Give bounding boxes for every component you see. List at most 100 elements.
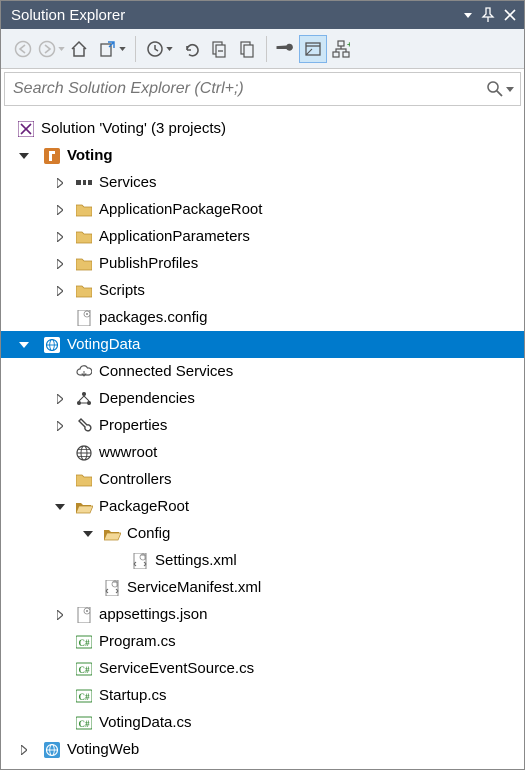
show-all-files-button[interactable]	[234, 35, 262, 63]
tree-label: Connected Services	[99, 363, 233, 380]
tree-item-votingdata-project[interactable]: VotingData	[1, 331, 524, 358]
csharp-file-icon	[75, 714, 93, 732]
tree-item-app-parameters[interactable]: ApplicationParameters	[1, 223, 524, 250]
sync-scope-button[interactable]	[93, 35, 131, 63]
expander-icon[interactable]	[53, 230, 67, 244]
tree-item-app-package-root[interactable]: ApplicationPackageRoot	[1, 196, 524, 223]
csharp-file-icon	[75, 633, 93, 651]
solution-tree[interactable]: Solution 'Voting' (3 projects) Voting Se…	[1, 109, 524, 769]
refresh-button[interactable]	[178, 35, 206, 63]
tree-label: appsettings.json	[99, 606, 207, 623]
expander-icon[interactable]	[53, 203, 67, 217]
titlebar: Solution Explorer	[1, 1, 524, 29]
expander-icon[interactable]	[17, 338, 31, 352]
tree-label: Program.cs	[99, 633, 176, 650]
project-icon	[43, 741, 61, 759]
tree-item-dependencies[interactable]: Dependencies	[1, 385, 524, 412]
tree-item-controllers[interactable]: Controllers	[1, 466, 524, 493]
tree-label: VotingWeb	[67, 741, 139, 758]
tree-label: packages.config	[99, 309, 207, 326]
cloud-icon	[75, 363, 93, 381]
preview-selected-button[interactable]	[299, 35, 327, 63]
pending-changes-button[interactable]	[140, 35, 178, 63]
json-file-icon	[75, 606, 93, 624]
csharp-file-icon	[75, 660, 93, 678]
expander-icon[interactable]	[53, 176, 67, 190]
separator	[135, 36, 136, 62]
expander-icon[interactable]	[81, 527, 95, 541]
project-icon	[43, 336, 61, 354]
tree-label: Settings.xml	[155, 552, 237, 569]
search-icon[interactable]	[487, 81, 514, 97]
folder-icon	[75, 201, 93, 219]
xml-file-icon	[103, 579, 121, 597]
dependencies-icon	[75, 390, 93, 408]
tree-label: Services	[99, 174, 157, 191]
window-dropdown-button[interactable]	[460, 13, 476, 18]
tree-item-settings-xml[interactable]: Settings.xml	[1, 547, 524, 574]
tree-item-votingdata-cs[interactable]: VotingData.cs	[1, 709, 524, 736]
folder-open-icon	[103, 525, 121, 543]
panel-title: Solution Explorer	[11, 7, 460, 24]
tree-item-config-folder[interactable]: Config	[1, 520, 524, 547]
close-button[interactable]	[500, 9, 520, 21]
tree-item-services[interactable]: Services	[1, 169, 524, 196]
tree-label: VotingData.cs	[99, 714, 192, 731]
folder-icon	[75, 471, 93, 489]
tree-item-package-root[interactable]: PackageRoot	[1, 493, 524, 520]
tree-label: ServiceManifest.xml	[127, 579, 261, 596]
tree-item-scripts[interactable]: Scripts	[1, 277, 524, 304]
expander-icon[interactable]	[53, 608, 67, 622]
toolbar	[1, 29, 524, 69]
folder-icon	[75, 282, 93, 300]
expander-icon[interactable]	[17, 743, 31, 757]
tree-label: Solution 'Voting' (3 projects)	[41, 120, 226, 137]
tree-label: ApplicationParameters	[99, 228, 250, 245]
tree-item-publish-profiles[interactable]: PublishProfiles	[1, 250, 524, 277]
tree-item-startup-cs[interactable]: Startup.cs	[1, 682, 524, 709]
tree-label: VotingData	[67, 336, 140, 353]
tree-label: ServiceEventSource.cs	[99, 660, 254, 677]
folder-icon	[75, 255, 93, 273]
search-box[interactable]	[4, 72, 521, 106]
expander-icon[interactable]	[53, 284, 67, 298]
tree-label: Controllers	[99, 471, 172, 488]
expander-icon[interactable]	[53, 392, 67, 406]
tree-item-properties[interactable]: Properties	[1, 412, 524, 439]
view-class-diagram-button[interactable]	[327, 35, 355, 63]
tree-item-solution[interactable]: Solution 'Voting' (3 projects)	[1, 115, 524, 142]
csharp-file-icon	[75, 687, 93, 705]
expander-icon[interactable]	[53, 500, 67, 514]
back-button[interactable]	[9, 35, 37, 63]
tree-item-voting-project[interactable]: Voting	[1, 142, 524, 169]
tree-label: wwwroot	[99, 444, 157, 461]
expander-icon[interactable]	[53, 419, 67, 433]
home-button[interactable]	[65, 35, 93, 63]
tree-label: Startup.cs	[99, 687, 167, 704]
tree-label: Scripts	[99, 282, 145, 299]
tree-item-votingweb-project[interactable]: VotingWeb	[1, 736, 524, 763]
tree-label: Properties	[99, 417, 167, 434]
tree-label: Config	[127, 525, 170, 542]
forward-button[interactable]	[37, 35, 65, 63]
project-icon	[43, 147, 61, 165]
expander-icon[interactable]	[17, 149, 31, 163]
tree-item-appsettings[interactable]: appsettings.json	[1, 601, 524, 628]
tree-label: Voting	[67, 147, 113, 164]
tree-item-packages-config[interactable]: packages.config	[1, 304, 524, 331]
search-input[interactable]	[11, 79, 487, 99]
collapse-all-button[interactable]	[206, 35, 234, 63]
wrench-icon	[75, 417, 93, 435]
tree-item-service-event-source-cs[interactable]: ServiceEventSource.cs	[1, 655, 524, 682]
tree-item-service-manifest[interactable]: ServiceManifest.xml	[1, 574, 524, 601]
tree-item-wwwroot[interactable]: wwwroot	[1, 439, 524, 466]
tree-label: PublishProfiles	[99, 255, 198, 272]
tree-item-program-cs[interactable]: Program.cs	[1, 628, 524, 655]
properties-button[interactable]	[271, 35, 299, 63]
expander-icon[interactable]	[53, 257, 67, 271]
separator	[266, 36, 267, 62]
config-file-icon	[75, 309, 93, 327]
globe-icon	[75, 444, 93, 462]
tree-item-connected-services[interactable]: Connected Services	[1, 358, 524, 385]
pin-button[interactable]	[476, 7, 500, 23]
